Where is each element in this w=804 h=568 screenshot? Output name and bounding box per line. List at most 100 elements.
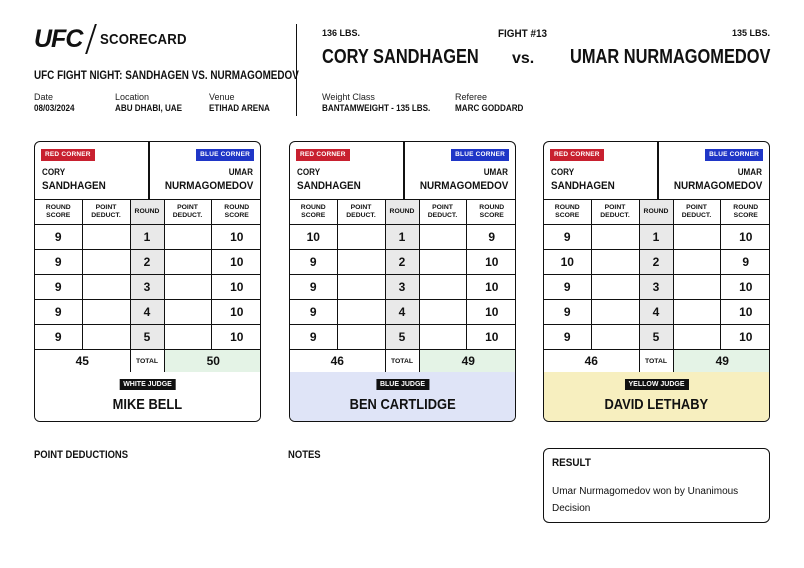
blue-fighter-last-name: NURMAGOMEDOV [419,180,508,192]
round-number: 2 [384,249,420,275]
blue-round-score: 10 [720,299,769,325]
red-round-score: 9 [544,299,592,325]
blue-point-deduction [164,274,212,300]
venue-label: Venue [209,92,235,102]
red-fighter-last-name: SANDHAGEN [297,180,361,192]
blue-point-deduction [419,299,467,325]
round-row: 10 1 9 [290,224,515,250]
round-row: 9 4 10 [35,299,260,325]
header-round-score: ROUND SCORE [466,200,515,225]
blue-round-score: 10 [720,324,769,350]
blue-total: 49 [419,349,515,374]
red-point-deduction [82,274,131,300]
logo-divider [85,24,98,54]
red-round-score: 9 [35,274,83,300]
red-total: 46 [544,349,640,374]
red-point-deduction [591,249,640,275]
red-round-score: 9 [290,299,338,325]
total-label: TOTAL [129,349,165,374]
red-round-score: 9 [544,224,592,250]
round-row: 9 3 10 [35,274,260,300]
corner-header: RED CORNER BLUE CORNER CORY SANDHAGEN UM… [544,142,769,200]
red-point-deduction [337,274,386,300]
red-round-score: 9 [290,274,338,300]
round-number: 1 [384,224,420,250]
judge-name-text: MIKE BELL [112,396,183,413]
judge-name-text: DAVID LETHABY [604,396,709,413]
blue-round-score: 10 [720,224,769,250]
blue-point-deduction [419,224,467,250]
round-number: 4 [638,299,674,325]
corner-divider [657,142,659,200]
header-round-score: ROUND SCORE [35,200,83,225]
header-round: ROUND [384,200,420,225]
blue-round-score: 9 [720,249,769,275]
blue-round-score: 10 [466,249,515,275]
red-point-deduction [337,299,386,325]
blue-point-deduction [419,324,467,350]
red-round-score: 9 [35,224,83,250]
ufc-logo-mark: UFC [34,24,83,53]
blue-round-score: 10 [211,249,260,275]
judge-area: WHITE JUDGE MIKE BELL [35,372,260,421]
judge-name-text: BEN CARTLIDGE [349,396,456,413]
red-round-score: 9 [544,274,592,300]
red-round-score: 9 [290,249,338,275]
ufc-logo: UFC SCORECARD [34,24,199,54]
round-row: 9 1 10 [544,224,769,250]
header-point-deduct: POINT DEDUCT. [591,200,640,225]
round-number: 5 [384,324,420,350]
header-round-score: ROUND SCORE [290,200,338,225]
red-fighter-name: CORY SANDHAGEN [322,46,479,68]
blue-fighter-name: UMAR NURMAGOMEDOV [569,46,770,68]
blue-round-score: 10 [466,299,515,325]
round-number: 5 [638,324,674,350]
blue-total: 50 [164,349,260,374]
blue-total: 49 [673,349,769,374]
round-number: 3 [638,274,674,300]
location-value: ABU DHABI, UAE [115,103,183,113]
date-value: 08/03/2024 [34,103,75,113]
round-row: 9 2 10 [35,249,260,275]
result-box: RESULT Umar Nurmagomedov won by Unanimou… [543,448,770,523]
corner-header: RED CORNER BLUE CORNER CORY SANDHAGEN UM… [35,142,260,200]
red-point-deduction [591,324,640,350]
red-point-deduction [82,249,131,275]
header-divider [296,24,297,116]
blue-corner-badge: BLUE CORNER [451,149,509,161]
referee-label: Referee [455,92,488,102]
red-round-score: 9 [35,324,83,350]
blue-round-score: 10 [211,274,260,300]
red-round-score: 9 [35,249,83,275]
referee-value: MARC GODDARD [455,103,524,113]
venue-value: ETIHAD ARENA [209,103,270,113]
red-point-deduction [337,224,386,250]
result-title: RESULT [552,457,591,469]
round-number: 4 [384,299,420,325]
weight-class-label: Weight Class [322,92,375,102]
header-round: ROUND [638,200,674,225]
blue-round-score: 10 [720,274,769,300]
score-table: ROUND SCORE POINT DEDUCT. ROUND POINT DE… [290,200,515,374]
corner-header: RED CORNER BLUE CORNER CORY SANDHAGEN UM… [290,142,515,200]
score-table: ROUND SCORE POINT DEDUCT. ROUND POINT DE… [544,200,769,374]
date-label: Date [34,92,54,102]
round-row: 9 3 10 [290,274,515,300]
round-row: 10 2 9 [544,249,769,275]
red-corner-badge: RED CORNER [296,149,350,161]
score-table-header: ROUND SCORE POINT DEDUCT. ROUND POINT DE… [544,200,769,225]
round-row: 9 5 10 [290,324,515,350]
blue-point-deduction [673,249,721,275]
scorecard-title: SCORECARD [100,30,188,48]
header-point-deduct: POINT DEDUCT. [337,200,386,225]
point-deductions-label: POINT DEDUCTIONS [34,449,129,461]
blue-fighter-last-name: NURMAGOMEDOV [673,180,762,192]
red-fighter-last-name: SANDHAGEN [42,180,106,192]
total-row: 46 TOTAL 49 [544,349,769,374]
red-point-deduction [82,324,131,350]
judge-color-badge: YELLOW JUDGE [624,379,689,390]
blue-round-score: 10 [211,299,260,325]
round-number: 1 [638,224,674,250]
round-row: 9 4 10 [544,299,769,325]
red-point-deduction [591,224,640,250]
